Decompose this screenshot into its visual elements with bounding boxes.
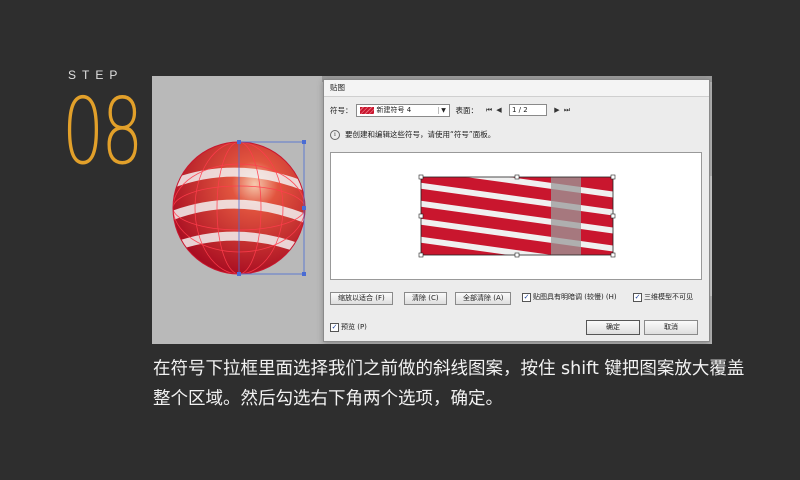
sphere-preview[interactable] [166, 136, 326, 286]
next-surface-icon[interactable]: ▶ [552, 106, 562, 114]
checkbox-label: 预览 (P) [341, 323, 367, 331]
surface-map-canvas[interactable] [330, 152, 702, 280]
prev-surface-icon[interactable]: ◀ [494, 106, 504, 114]
symbol-swatch-icon [359, 106, 374, 114]
info-text: 要创建和编辑这些符号，请使用“符号”面板。 [345, 130, 496, 139]
clear-all-button[interactable]: 全部清除 (A) [455, 292, 512, 305]
surface-field[interactable]: 1 / 2 [509, 104, 547, 116]
symbol-dropdown-value: 新建符号 4 [376, 106, 412, 114]
chevron-down-icon: ▼ [437, 106, 449, 114]
first-surface-icon[interactable]: ⏮ [484, 106, 494, 115]
checkbox-label: 三维模型不可见 [644, 293, 693, 301]
action-row: 缩放以适合 (F) [330, 292, 393, 305]
clear-button[interactable]: 清除 (C) [404, 292, 447, 305]
cancel-button[interactable]: 取消 [644, 320, 698, 335]
info-icon: i [330, 129, 340, 140]
info-row: i 要创建和编辑这些符号，请使用“符号”面板。 [330, 129, 495, 140]
scale-to-fit-button[interactable]: 缩放以适合 (F) [330, 292, 393, 305]
step-number: 08 [62, 78, 143, 185]
invisible-geometry-checkbox[interactable]: ✓ 三维模型不可见 [633, 292, 693, 302]
checkbox-checked-icon: ✓ [633, 292, 642, 302]
checkbox-checked-icon: ✓ [522, 292, 531, 302]
action-row: 清除 (C) [404, 292, 447, 305]
symbol-dropdown[interactable]: 新建符号 4 ▼ [355, 103, 450, 117]
checkbox-checked-icon: ✓ [330, 322, 339, 332]
symbol-label: 符号： [330, 105, 353, 115]
tutorial-screenshot: 贴图 符号： 新建符号 4 ▼ 表面： ⏮ ◀ 1 / 2 ▶ ⏭ i 要创建和… [152, 76, 712, 344]
ok-button[interactable]: 确定 [586, 320, 640, 335]
last-surface-icon[interactable]: ⏭ [562, 106, 572, 115]
dialog-title: 贴图 [324, 80, 709, 97]
caption-text: 在符号下拉框里面选择我们之前做的斜线图案，按住 shift 键把图案放大覆盖整个… [153, 359, 745, 409]
surface-label: 表面： [455, 105, 479, 115]
symbol-row: 符号： 新建符号 4 ▼ 表面： ⏮ ◀ 1 / 2 ▶ ⏭ [330, 103, 572, 117]
action-row: 全部清除 (A) [455, 292, 512, 305]
map-art-dialog: 贴图 符号： 新建符号 4 ▼ 表面： ⏮ ◀ 1 / 2 ▶ ⏭ i 要创建和… [323, 79, 710, 342]
checkbox-label: 贴图具有明暗调 (较慢) (H) [533, 293, 617, 301]
preview-checkbox[interactable]: ✓ 预览 (P) [330, 322, 367, 332]
shade-artwork-checkbox[interactable]: ✓ 贴图具有明暗调 (较慢) (H) [522, 292, 617, 302]
